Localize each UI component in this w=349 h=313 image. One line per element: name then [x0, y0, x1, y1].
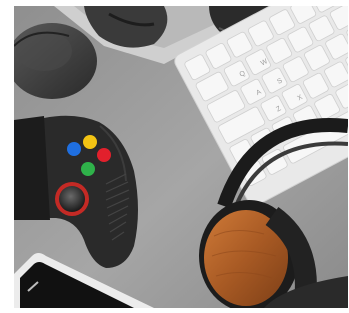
desk-photo: A Q W S Z X	[14, 6, 348, 308]
gamepad-joystick	[59, 186, 85, 212]
gamepad-button-green	[81, 162, 95, 176]
gamepad-button-yellow	[83, 135, 97, 149]
photo-scene: A Q W S Z X	[14, 6, 348, 308]
gamepad-button-blue	[67, 142, 81, 156]
gamepad-button-red	[97, 148, 111, 162]
photo-frame: A Q W S Z X	[0, 0, 349, 313]
